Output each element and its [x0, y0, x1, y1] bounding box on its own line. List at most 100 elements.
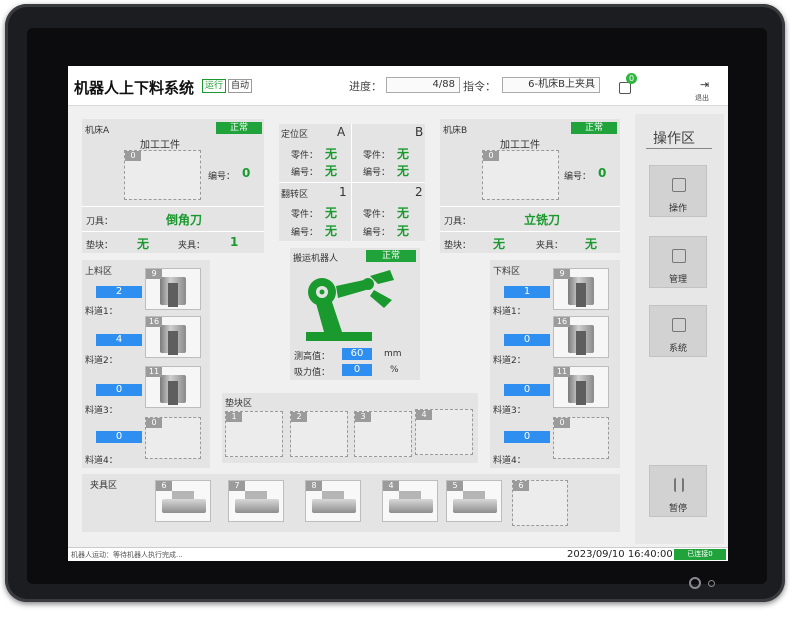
machine-a-number-label: 编号： — [208, 172, 236, 182]
header-bar: 机器人上下料系统 运行 自动 进度： 4/88 指令： 6-机床B上夹具 0 ⇥… — [68, 66, 728, 106]
unloading-lane-4-count: 0 — [504, 431, 550, 443]
loading-lane-4-label: 料道4： — [85, 456, 118, 466]
loading-lane-4-count: 0 — [96, 431, 142, 443]
unloading-lane-2-count: 0 — [504, 334, 550, 346]
operation-area-title: 操作区 — [653, 131, 695, 147]
divider — [440, 206, 620, 207]
indicator-light-icon — [708, 580, 715, 587]
pad-slot-2[interactable]: 2 — [290, 411, 348, 457]
run-mode-button[interactable]: 运行 — [202, 79, 227, 93]
loading-lane-2-tag: 16 — [146, 317, 162, 327]
loading-lane-4-slot[interactable]: 0 — [145, 417, 201, 459]
loading-lane-2-count: 4 — [96, 334, 142, 346]
unloading-lane-2-tag: 16 — [554, 317, 570, 327]
fixture-slot-1-tag: 6 — [156, 481, 172, 491]
robot-title: 搬运机器人 — [293, 254, 339, 264]
status-bar: 机器人运动：等待机器人执行完成... 2023/09/10 16:40:00 已… — [68, 547, 728, 561]
loading-lane-1-label: 料道1： — [85, 307, 118, 317]
pad-zone-panel: 垫块区 1 2 3 4 — [222, 393, 478, 463]
hmi-screen: 机器人上下料系统 运行 自动 进度： 4/88 指令： 6-机床B上夹具 0 ⇥… — [68, 66, 728, 561]
operate-icon — [672, 178, 686, 192]
loading-lane-2-part-image[interactable]: 16 — [145, 316, 201, 358]
loading-lane-1-part-image[interactable]: 9 — [145, 268, 201, 310]
machine-b-slot-tag: 0 — [483, 151, 499, 161]
machine-a-workpiece-slot[interactable]: 0 — [124, 150, 201, 200]
positioning-col-b: B — [415, 125, 424, 139]
robot-height-value: 60 — [342, 348, 372, 360]
loading-lane-4-tag: 0 — [146, 418, 162, 428]
unloading-lane-1-count: 1 — [504, 286, 550, 298]
power-icon — [689, 577, 701, 589]
loading-lane-3-tag: 11 — [146, 367, 162, 377]
pad-slot-3[interactable]: 3 — [354, 411, 412, 457]
machine-b-panel: 机床B 正常 加工工件 0 编号： 0 刀具： 立铣刀 垫块： 无 夹具： 无 — [440, 119, 620, 253]
loading-lane-1-tag: 9 — [146, 269, 162, 279]
fixture-slot-5[interactable]: 5 — [446, 480, 502, 522]
logout-label[interactable]: 退出 — [695, 93, 709, 103]
command-label: 指令： — [463, 80, 496, 93]
app-title: 机器人上下料系统 — [74, 79, 195, 97]
unloading-lane-1-part-image[interactable]: 9 — [553, 268, 609, 310]
machine-a-fixture-label: 夹具： — [178, 241, 206, 251]
unloading-lane-4-tag: 0 — [554, 418, 570, 428]
auto-mode-button[interactable]: 自动 — [228, 79, 253, 93]
fixture-slot-3[interactable]: 8 — [305, 480, 361, 522]
pause-button[interactable]: 暂停 — [649, 465, 707, 517]
flip-1-number-label: 编号： — [291, 228, 319, 238]
unloading-lane-3-label: 料道3： — [493, 406, 526, 416]
robot-status-badge: 正常 — [366, 250, 416, 262]
machine-b-status-badge: 正常 — [571, 122, 617, 134]
logout-icon[interactable]: ⇥ — [700, 78, 709, 91]
system-button[interactable]: 系统 — [649, 305, 707, 357]
pad-slot-1-tag: 1 — [226, 412, 242, 422]
unloading-lane-2-part-image[interactable]: 16 — [553, 316, 609, 358]
flip-title: 翻转区 — [281, 190, 309, 200]
robot-height-label: 测高值： — [294, 352, 331, 362]
unloading-lane-4-slot[interactable]: 0 — [553, 417, 609, 459]
pad-slot-1[interactable]: 1 — [225, 411, 283, 457]
positioning-flip-panel: 定位区 A B 零件： 无 编号： 无 零件： 无 编号： 无 翻转区 1 2 … — [279, 124, 425, 241]
loading-lane-1-count: 2 — [96, 286, 142, 298]
robot-height-unit: mm — [384, 349, 402, 359]
machine-b-workpiece-slot[interactable]: 0 — [482, 150, 559, 200]
unloading-lane-1-tag: 9 — [554, 269, 570, 279]
positioning-a-number-label: 编号： — [291, 168, 319, 178]
pad-slot-4-tag: 4 — [416, 410, 432, 420]
flip-col-1: 1 — [339, 185, 347, 199]
command-value: 6-机床B上夹具 — [502, 77, 600, 93]
system-button-label: 系统 — [668, 344, 687, 354]
fixture-slot-3-tag: 8 — [306, 481, 322, 491]
machine-a-pad-value: 无 — [137, 237, 150, 251]
positioning-a-part-value: 无 — [325, 147, 338, 161]
status-message: 机器人运动：等待机器人执行完成... — [71, 551, 183, 559]
operate-button[interactable]: 操作 — [649, 165, 707, 217]
message-count-badge: 0 — [626, 73, 637, 84]
fixture-slot-2[interactable]: 7 — [228, 480, 284, 522]
loading-lane-3-part-image[interactable]: 11 — [145, 366, 201, 408]
positioning-a-number-value: 无 — [325, 164, 338, 178]
unloading-lane-3-part-image[interactable]: 11 — [553, 366, 609, 408]
positioning-title: 定位区 — [281, 130, 309, 140]
machine-b-fixture-value: 无 — [585, 237, 598, 251]
divider — [82, 206, 264, 207]
machine-a-slot-tag: 0 — [125, 151, 141, 161]
machine-b-pad-label: 垫块： — [444, 241, 472, 251]
machine-b-number-label: 编号： — [564, 172, 592, 182]
flip-1-part-label: 零件： — [291, 210, 319, 220]
pad-slot-4[interactable]: 4 — [415, 409, 473, 455]
pause-button-label: 暂停 — [668, 504, 687, 514]
unloading-lane-4-label: 料道4： — [493, 456, 526, 466]
loading-lane-3-label: 料道3： — [85, 406, 118, 416]
manage-button[interactable]: 管理 — [649, 236, 707, 288]
machine-a-fixture-value: 1 — [230, 235, 239, 249]
unloading-zone-title: 下料区 — [493, 267, 521, 277]
machine-b-pad-value: 无 — [493, 237, 506, 251]
machine-a-number-value: 0 — [242, 166, 251, 180]
fixture-slot-1[interactable]: 6 — [155, 480, 211, 522]
fixture-slot-6-tag: 6 — [513, 481, 529, 491]
fixture-slot-6[interactable]: 6 — [512, 480, 568, 526]
operate-button-label: 操作 — [668, 204, 687, 214]
fixture-slot-4[interactable]: 4 — [382, 480, 438, 522]
unloading-lane-3-count: 0 — [504, 384, 550, 396]
loading-zone-panel: 上料区 2 9 料道1： 4 16 料道2： 0 11 料道3： 0 0 料道4… — [82, 260, 210, 468]
